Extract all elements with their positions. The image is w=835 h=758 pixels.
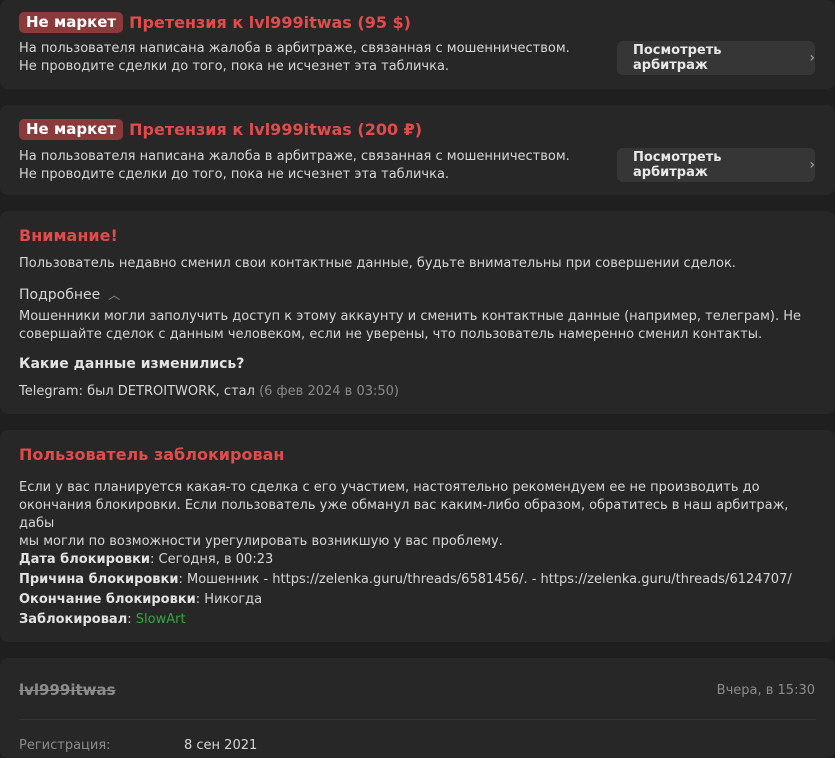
ban-end-row: Окончание блокировки: Никогда	[19, 592, 263, 607]
profile-card: lvl999itwas Вчера, в 15:30 Регистрация: …	[0, 658, 835, 758]
claim-card-2: Не маркет Претензия к lvl999itwas (200 ₽…	[0, 105, 835, 195]
chevron-right-icon: ›	[809, 157, 815, 173]
claim-text: На пользователя написана жалоба в арбитр…	[19, 41, 570, 74]
warning-title: Внимание!	[19, 226, 118, 245]
banned-by-link[interactable]: SlowArt	[136, 612, 186, 627]
view-arbitration-button[interactable]: Посмотреть арбитраж ›	[617, 41, 815, 75]
divider	[19, 719, 816, 720]
registration-label: Регистрация:	[19, 738, 111, 753]
registration-date: 8 сен 2021	[184, 738, 258, 753]
ban-details: Дата блокировки: Сегодня, в 00:23 Причин…	[19, 550, 809, 630]
more-text: Мошенники могли заполучить доступ к этом…	[19, 309, 802, 342]
claim-title[interactable]: Претензия к lvl999itwas (95 $)	[129, 13, 411, 32]
more-toggle[interactable]: Подробнее ︿	[19, 286, 120, 303]
chevron-up-icon: ︿	[108, 288, 121, 302]
ban-date-row: Дата блокировки: Сегодня, в 00:23	[19, 552, 274, 567]
ban-reason-row: Причина блокировки: Мошенник - https://z…	[19, 572, 792, 587]
not-market-badge: Не маркет	[19, 119, 124, 140]
not-market-badge: Не маркет	[19, 12, 124, 33]
ban-text: Если у вас планируется какая-то сделка с…	[19, 480, 789, 549]
claim-title-row: Не маркет Претензия к lvl999itwas (200 ₽…	[19, 119, 422, 140]
user-banned-card: Пользователь заблокирован Если у вас пла…	[0, 430, 835, 642]
warning-text: Пользователь недавно сменил свои контакт…	[19, 256, 736, 271]
changed-data-title: Какие данные изменились?	[19, 356, 245, 372]
chevron-right-icon: ›	[809, 50, 815, 66]
username[interactable]: lvl999itwas	[19, 681, 116, 699]
banned-by-row: Заблокировал: SlowArt	[19, 612, 186, 627]
claim-title-row: Не маркет Претензия к lvl999itwas (95 $)	[19, 12, 411, 33]
claim-text: На пользователя написана жалоба в арбитр…	[19, 149, 570, 182]
claim-card-1: Не маркет Претензия к lvl999itwas (95 $)…	[0, 0, 835, 89]
changed-data-text: Telegram: был DETROITWORK, стал (6 фев 2…	[19, 384, 399, 399]
contact-change-warning: Внимание! Пользователь недавно сменил св…	[0, 211, 835, 414]
ban-title: Пользователь заблокирован	[19, 445, 285, 464]
view-arbitration-button[interactable]: Посмотреть арбитраж ›	[617, 148, 815, 182]
claim-title[interactable]: Претензия к lvl999itwas (200 ₽)	[129, 120, 422, 139]
changed-date: (6 фев 2024 в 03:50)	[259, 384, 399, 399]
last-seen: Вчера, в 15:30	[716, 683, 815, 698]
